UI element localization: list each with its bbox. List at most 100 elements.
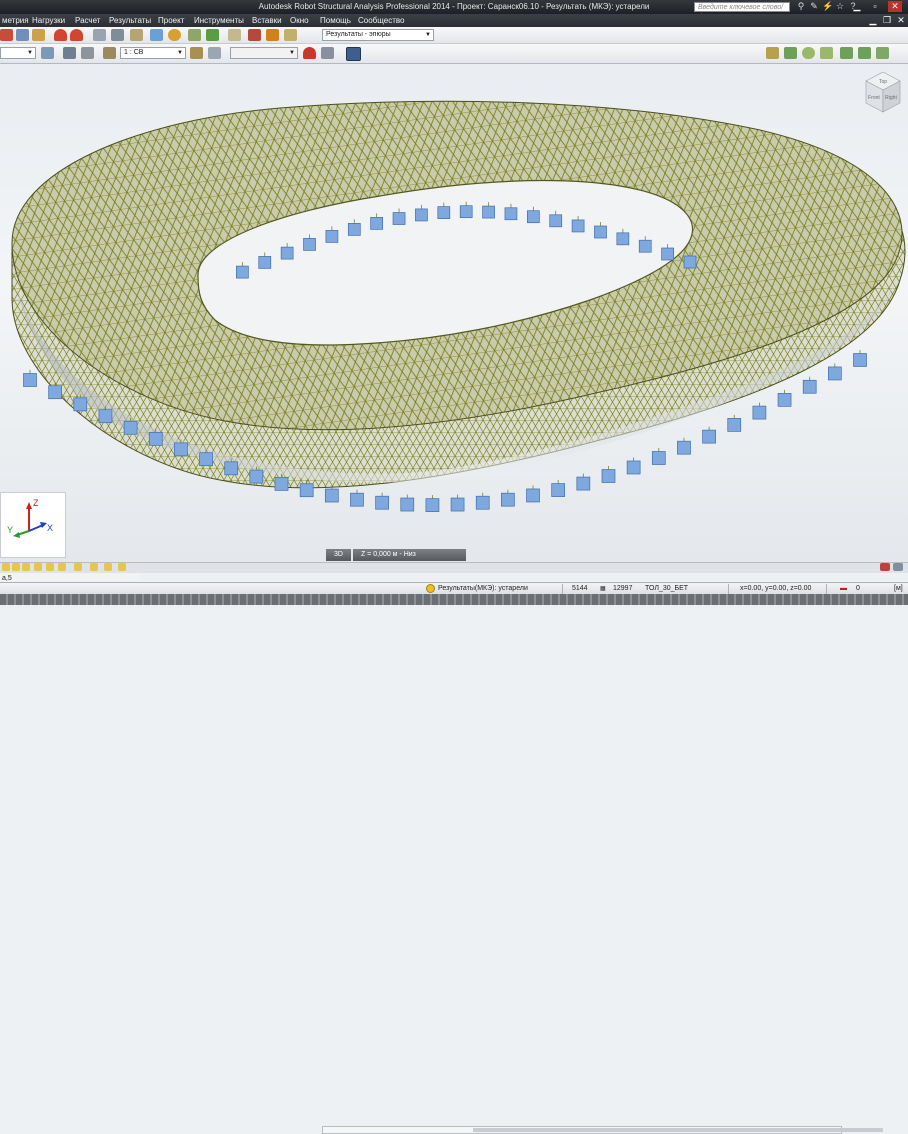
- cut-icon[interactable]: [0, 29, 13, 41]
- load-case-dropdown[interactable]: 1 : СВ ▼: [120, 47, 186, 59]
- doc-minimize-button[interactable]: ▁: [866, 15, 880, 26]
- menu-help[interactable]: Помощь: [320, 16, 351, 25]
- display-icon[interactable]: [63, 47, 76, 59]
- signal-icon[interactable]: ⚡: [822, 1, 833, 12]
- snap-icon[interactable]: [12, 563, 20, 571]
- menu-community[interactable]: Сообщество: [358, 16, 404, 25]
- redo-icon[interactable]: [70, 29, 83, 41]
- menu-window[interactable]: Окно: [290, 16, 309, 25]
- lock-icon[interactable]: [130, 29, 143, 41]
- cube-right-label: Right: [885, 95, 897, 101]
- support-block: [392, 212, 406, 225]
- paste-icon[interactable]: [32, 29, 45, 41]
- support-block: [459, 205, 473, 219]
- tab-3d[interactable]: 3D: [326, 549, 351, 561]
- scale-icon[interactable]: [321, 47, 334, 59]
- doc-restore-button[interactable]: ❐: [880, 15, 894, 26]
- deformation-icon[interactable]: [228, 29, 241, 41]
- steel-design-icon[interactable]: [188, 29, 201, 41]
- table-icon[interactable]: [93, 29, 106, 41]
- mode-dropdown[interactable]: ▼: [230, 47, 298, 59]
- panel-number-icon[interactable]: [90, 563, 98, 571]
- support-display-icon[interactable]: [104, 563, 112, 571]
- title-bar: Autodesk Robot Structural Analysis Profe…: [0, 0, 908, 21]
- print-icon[interactable]: [284, 29, 297, 41]
- support-block: [482, 205, 495, 219]
- menu-geometry[interactable]: метрия: [2, 16, 29, 25]
- calc-mesh-icon[interactable]: [150, 29, 163, 41]
- support-block: [802, 379, 817, 394]
- select-icon[interactable]: [41, 47, 54, 59]
- support-block: [299, 483, 314, 498]
- support-block: [199, 452, 213, 467]
- close-button[interactable]: ✕: [888, 1, 902, 12]
- support-block: [702, 429, 716, 444]
- menu-tools[interactable]: Инструменты: [194, 16, 244, 25]
- copy-icon[interactable]: [16, 29, 29, 41]
- support-block: [450, 497, 465, 512]
- support-block: [415, 208, 428, 222]
- section-display-icon[interactable]: [118, 563, 126, 571]
- close-view-icon[interactable]: [880, 563, 890, 571]
- scroll-thumb[interactable]: [473, 1128, 883, 1132]
- circle-tool-icon[interactable]: [802, 47, 815, 59]
- model-viewport[interactable]: Top Front Right: [0, 64, 908, 562]
- axis-triad: Z X Y: [7, 498, 53, 538]
- view-tabs: 3D Z = 0,000 м - Низ: [326, 549, 466, 561]
- menu-insert[interactable]: Вставки: [252, 16, 282, 25]
- calculator-icon[interactable]: [111, 29, 124, 41]
- maximize-button[interactable]: ▫: [868, 1, 882, 12]
- frame-icon[interactable]: [346, 47, 361, 61]
- analysis-icon[interactable]: [168, 29, 181, 41]
- search-input[interactable]: Введите ключевое слово/фразу: [694, 2, 790, 21]
- grid-icon[interactable]: [2, 563, 10, 571]
- selection-dropdown[interactable]: ▼: [0, 47, 36, 59]
- support-block: [853, 353, 867, 367]
- polygon-tool-icon[interactable]: [820, 47, 833, 59]
- mode-icon[interactable]: [190, 47, 203, 59]
- support-block: [683, 255, 697, 269]
- view-cube[interactable]: Top Front Right: [864, 70, 902, 116]
- results-layout-dropdown[interactable]: Результаты - эпюры ▼: [322, 29, 434, 41]
- view-icon[interactable]: [34, 563, 42, 571]
- support-block: [224, 461, 239, 476]
- mode-next-icon[interactable]: [208, 47, 221, 59]
- support-block: [526, 488, 540, 503]
- chevron-down-icon: ▼: [27, 50, 33, 56]
- offset-tool-icon[interactable]: [876, 47, 889, 59]
- binoculars-icon[interactable]: ⚲: [796, 1, 806, 12]
- filter-icon[interactable]: [81, 47, 94, 59]
- support-block: [400, 497, 415, 512]
- undo-icon[interactable]: [54, 29, 67, 41]
- release-tool-icon[interactable]: [858, 47, 871, 59]
- node-number-icon[interactable]: [58, 563, 66, 571]
- display-icon[interactable]: [22, 563, 30, 571]
- menu-results[interactable]: Результаты: [109, 16, 151, 25]
- support-block: [601, 469, 616, 483]
- star-icon[interactable]: ☆: [835, 1, 845, 12]
- menu-loads[interactable]: Нагрузки: [32, 16, 65, 25]
- support-block: [549, 214, 563, 228]
- doc-close-button[interactable]: ✕: [894, 15, 908, 26]
- load-case-icon[interactable]: [103, 47, 116, 59]
- results-layout-value: Результаты - эпюры: [326, 31, 391, 38]
- stresses-icon[interactable]: [248, 29, 261, 41]
- diagram-icon[interactable]: [303, 47, 316, 59]
- minimize-button[interactable]: ▁: [850, 1, 864, 12]
- layer-icon[interactable]: [46, 563, 54, 571]
- bottom-toolbar: [0, 562, 908, 1134]
- horizontal-scrollbar[interactable]: [322, 1126, 883, 1134]
- menu-analysis[interactable]: Расчет: [75, 16, 100, 25]
- support-tool-icon[interactable]: [840, 47, 853, 59]
- bar-number-icon[interactable]: [74, 563, 82, 571]
- support-block: [626, 460, 641, 475]
- tools-icon[interactable]: ✎: [809, 1, 819, 12]
- rc-design-icon[interactable]: [206, 29, 219, 41]
- menu-project[interactable]: Проект: [158, 16, 184, 25]
- panel-icon[interactable]: [784, 47, 797, 59]
- tab-level[interactable]: Z = 0,000 м - Низ: [352, 549, 466, 561]
- arrange-icon[interactable]: [893, 563, 903, 571]
- node-icon[interactable]: [766, 47, 779, 59]
- support-block: [661, 247, 674, 261]
- wrench-icon[interactable]: [266, 29, 279, 41]
